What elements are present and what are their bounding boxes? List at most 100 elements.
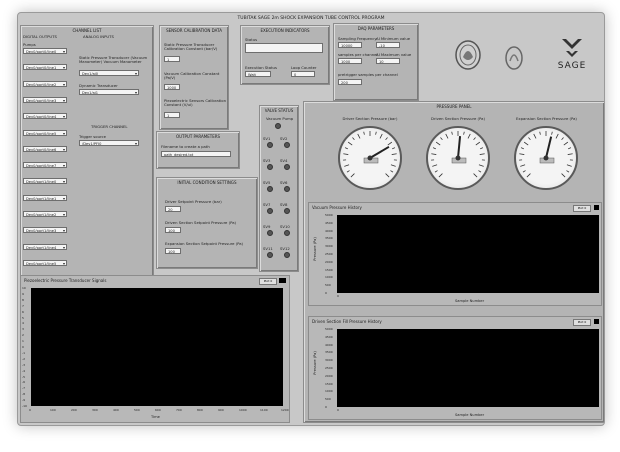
daq-parameters-panel: DAQ PARAMETERS Sampling Frequency 10000 … xyxy=(333,23,419,101)
valve-led xyxy=(267,230,273,236)
piezo-signals-xlabel: Time xyxy=(151,415,160,419)
ai-max-input[interactable]: 10 xyxy=(376,58,400,64)
vacuum-calibration-input[interactable]: 1000 xyxy=(164,84,180,90)
status-indicator xyxy=(245,43,323,53)
vacuum-y-tick: 4000 xyxy=(325,228,333,233)
piezo-plot-color-swatch[interactable] xyxy=(279,278,286,283)
valve-led-label: SV5 xyxy=(263,180,271,185)
digital-output-select[interactable]: Dev0/port1/line3 xyxy=(23,227,67,234)
piezo-signals-title: Piezoelectric Pressure Transducer Signal… xyxy=(24,278,107,283)
piezo-x-tick: 1100 xyxy=(260,408,268,412)
valve-led-label: SV9 xyxy=(263,224,271,229)
piezo-calibration-input[interactable]: 1 xyxy=(164,112,180,118)
piezo-y-tick: -8 xyxy=(22,392,25,397)
piezo-signals-plot[interactable] xyxy=(31,288,283,406)
piezo-y-tick: -7 xyxy=(22,386,25,391)
static-pressure-channel-select[interactable]: Dev1/ai0 xyxy=(79,70,139,76)
digital-output-select[interactable]: Dev0/port0/line3 xyxy=(23,96,67,103)
digital-output-select[interactable]: Dev0/port1/line0 xyxy=(23,178,67,185)
digital-output-select[interactable]: Dev0/port0/line1 xyxy=(23,64,67,71)
trigger-source-select[interactable]: /Dev1/PFI0 xyxy=(79,140,139,146)
digital-output-select[interactable]: Dev0/port1/line4 xyxy=(23,243,67,250)
vacuum-plot-legend-button[interactable]: Plot 0 xyxy=(573,205,591,212)
piezo-y-tick: -9 xyxy=(22,398,25,403)
piezo-x-tick: 200 xyxy=(71,408,77,412)
gauge-label: Driver Section Pressure (bar) xyxy=(342,116,398,121)
driven-y-tick: 2500 xyxy=(325,366,333,370)
samples-per-channel-input[interactable]: 1000 xyxy=(338,58,362,64)
driven-y-tick: 4500 xyxy=(325,334,333,339)
digital-output-select[interactable]: Dev0/port1/line1 xyxy=(23,194,67,201)
driven-y-tick: 3500 xyxy=(325,350,333,355)
piezo-y-tick: 5 xyxy=(22,315,24,320)
pressure-panel: PRESSURE PANEL Vacuum Pressure History P… xyxy=(303,101,604,423)
sampling-frequency-input[interactable]: 10000 xyxy=(338,42,362,48)
valve-led xyxy=(267,252,273,258)
valve-led-label: SV12 xyxy=(280,246,290,251)
vacuum-y-tick: 1500 xyxy=(325,267,333,272)
digital-output-select[interactable]: Dev0/port0/line0 xyxy=(23,48,67,54)
ai-max-label: AI Maximum value xyxy=(376,52,412,57)
driven-history-xlabel: Sample Number xyxy=(455,413,485,417)
valve-led xyxy=(284,208,290,214)
digital-output-select[interactable]: Dev0/port1/line5 xyxy=(23,259,67,266)
vacuum-plot-color-swatch[interactable] xyxy=(594,205,599,210)
valve-led xyxy=(284,164,290,170)
loop-counter-label: Loop Counter xyxy=(291,65,317,70)
pressure-gauge xyxy=(338,126,402,190)
piezo-x-tick: 500 xyxy=(134,408,140,412)
execution-status-label: Execution Status xyxy=(245,65,277,70)
valve-led-label: SV4 xyxy=(280,158,288,163)
digital-output-select[interactable]: Dev0/port0/line5 xyxy=(23,129,67,136)
driver-setpoint-input[interactable]: 20 xyxy=(165,206,181,212)
ai-min-input[interactable]: -10 xyxy=(376,42,400,48)
expansion-setpoint-input[interactable]: 100 xyxy=(165,248,181,254)
samples-per-channel-label: samples per channel xyxy=(338,52,378,57)
valve-led xyxy=(267,142,273,148)
driven-history-plot[interactable] xyxy=(337,329,599,407)
driven-plot-legend-button[interactable]: Plot 0 xyxy=(573,319,591,326)
valve-led-label: SV10 xyxy=(280,224,290,229)
piezo-y-tick: -5 xyxy=(22,374,25,379)
piezo-y-tick: 8 xyxy=(22,297,24,302)
driven-y-tick: 4000 xyxy=(325,342,333,347)
pretrigger-input[interactable]: 200 xyxy=(338,79,362,85)
piezo-calibration-label: Piezoelectric Sensors Calibration Consta… xyxy=(164,98,226,108)
piezo-y-tick: 1 xyxy=(22,339,24,344)
digital-output-select[interactable]: Dev0/port1/line2 xyxy=(23,211,67,217)
driven-setpoint-input[interactable]: 100 xyxy=(165,227,181,233)
gauge-label: Expansion Section Pressure (Pa) xyxy=(516,116,577,121)
piezo-y-tick: -4 xyxy=(22,368,25,373)
driven-plot-color-swatch[interactable] xyxy=(594,319,599,324)
digital-output-select[interactable]: Dev0/port0/line2 xyxy=(23,80,67,87)
valve-led-label: SV6 xyxy=(280,180,288,185)
vacuum-history-plot[interactable] xyxy=(337,215,599,293)
static-calibration-input[interactable]: 1 xyxy=(164,56,180,62)
valve-led-label: SV2 xyxy=(280,136,288,141)
digital-output-select[interactable]: Dev0/port0/line6 xyxy=(23,145,67,152)
sensor-calibration-title: SENSOR CALIBRATION DATA xyxy=(166,28,222,33)
digital-output-select[interactable]: Dev0/port0/line7 xyxy=(23,162,67,169)
pressure-gauge xyxy=(514,126,578,190)
driven-y-tick: 3000 xyxy=(325,358,333,363)
driven-history-title: Driven Section Fill Pressure History xyxy=(312,319,382,324)
trigger-source-label: Trigger source xyxy=(79,134,106,139)
initial-conditions-title: INITIAL CONDITION SETTINGS xyxy=(177,180,237,185)
piezo-y-tick: 6 xyxy=(22,309,24,314)
filename-input[interactable]: path_desired.txt xyxy=(161,151,231,157)
piezo-x-tick: 800 xyxy=(197,408,203,412)
dynamic-transducer-select[interactable]: Dev1/ai1 xyxy=(79,89,139,95)
piezo-x-tick: 100 xyxy=(50,408,56,412)
pressure-panel-title: PRESSURE PANEL xyxy=(436,104,472,109)
piezo-plot-legend-button[interactable]: Plot 0 xyxy=(259,278,277,285)
digital-output-select[interactable]: Dev0/port0/line4 xyxy=(23,113,67,120)
valve-led-label: SV11 xyxy=(263,246,273,251)
piezo-x-tick: 300 xyxy=(92,408,98,412)
digital-outputs-label: DIGITAL OUTPUTS xyxy=(23,34,57,39)
piezo-x-tick: 1000 xyxy=(239,408,247,412)
vacuum-y-tick: 0 xyxy=(325,291,327,295)
piezo-x-tick: 1200 xyxy=(281,408,289,412)
execution-indicators-panel: EXECUTION INDICATORS Status Execution St… xyxy=(240,25,330,85)
piezo-y-tick: -10 xyxy=(22,404,27,408)
vacuum-history-title: Vacuum Pressure History xyxy=(312,205,362,210)
